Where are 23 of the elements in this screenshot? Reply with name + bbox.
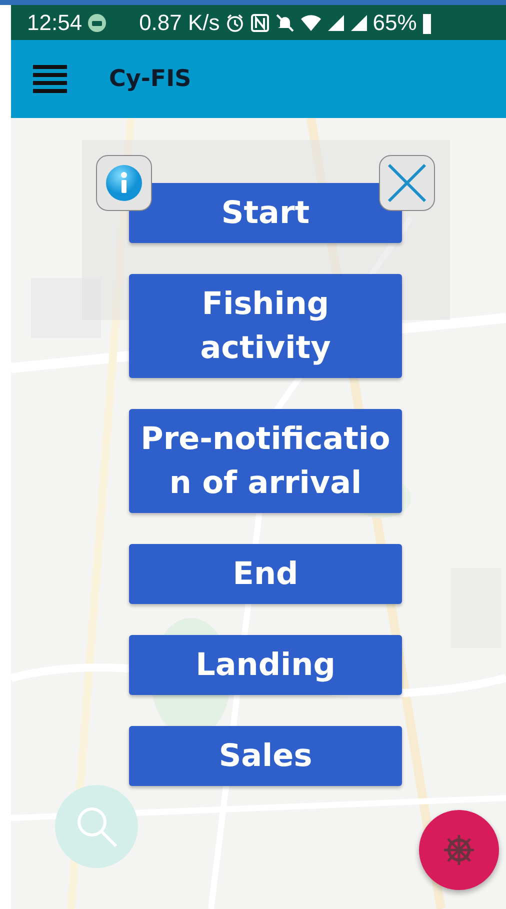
- signal-icon: [350, 12, 368, 32]
- nfc-icon: [250, 12, 270, 32]
- close-icon: [385, 161, 429, 205]
- menu-button[interactable]: End: [129, 544, 402, 604]
- menu-button[interactable]: Sales: [129, 726, 402, 786]
- menu-button[interactable]: Landing: [129, 635, 402, 695]
- menu-button[interactable]: Start: [129, 183, 402, 243]
- app-title: Cy-FIS: [109, 66, 192, 92]
- muted-bell-icon: [274, 12, 295, 32]
- alarm-icon: [224, 12, 245, 32]
- clock: 12:54: [27, 10, 82, 36]
- signal-icon: [326, 12, 345, 32]
- battery-icon: [422, 12, 432, 34]
- close-button[interactable]: [379, 155, 435, 211]
- info-icon: [105, 164, 143, 202]
- info-button[interactable]: [96, 155, 152, 211]
- menu-button[interactable]: Pre-notificatio n of arrival: [129, 409, 402, 513]
- ship-wheel-icon: [442, 833, 476, 867]
- wifi-icon: [300, 12, 322, 32]
- network-speed: 0.87 K/s: [139, 10, 220, 36]
- menu-icon[interactable]: [33, 65, 67, 93]
- battery-percent: 65%: [372, 10, 417, 36]
- menu-button[interactable]: Fishing activity: [129, 274, 402, 378]
